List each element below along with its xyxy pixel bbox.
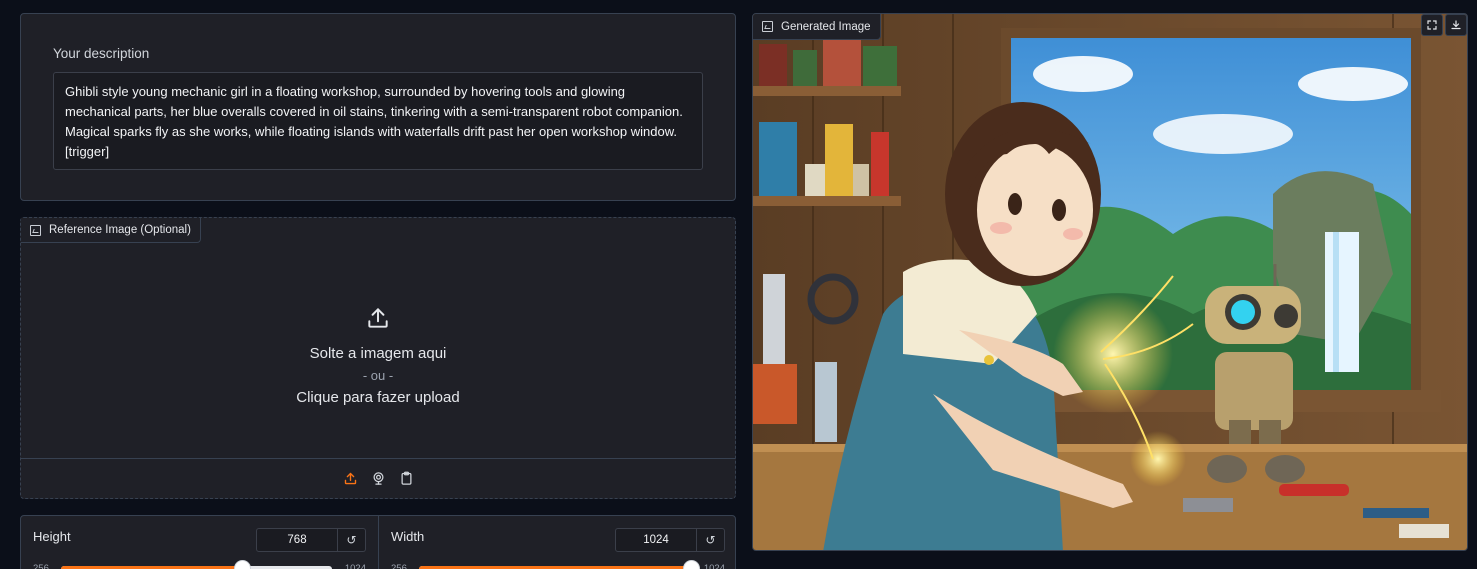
- fullscreen-icon: [1427, 20, 1437, 30]
- reset-icon: ↺: [346, 533, 357, 547]
- description-textarea[interactable]: Ghibli style young mechanic girl in a fl…: [53, 72, 703, 170]
- generated-image: [753, 14, 1467, 550]
- clipboard-icon: [401, 471, 411, 485]
- width-slider-thumb[interactable]: [683, 560, 700, 569]
- download-button[interactable]: [1445, 14, 1467, 36]
- drop-text: Solte a imagem aqui: [309, 344, 447, 362]
- reference-image-panel: Reference Image (Optional) Solte a image…: [20, 217, 736, 499]
- reset-icon: ↺: [705, 533, 716, 547]
- description-label: Your description: [53, 46, 150, 61]
- width-reset-button[interactable]: ↺: [697, 528, 725, 552]
- image-toolbar: [1421, 14, 1467, 36]
- width-min-label: 256: [391, 563, 407, 569]
- width-number-input[interactable]: 1024: [615, 528, 697, 552]
- generated-image-badge: Generated Image: [753, 14, 881, 40]
- height-slider-group: Height 768 ↺ 256 1024: [21, 516, 379, 569]
- generated-image-panel: Generated Image: [752, 13, 1468, 551]
- upload-icon: [344, 472, 356, 485]
- generated-image-label: Generated Image: [781, 20, 871, 33]
- width-max-label: 1024: [703, 563, 725, 569]
- width-label: Width: [391, 529, 425, 544]
- source-selector: [21, 458, 735, 498]
- webcam-source-button[interactable]: [370, 471, 386, 487]
- image-icon: [762, 21, 773, 32]
- reference-image-label: Reference Image (Optional): [49, 224, 191, 236]
- webcam-icon: [373, 472, 383, 485]
- height-max-label: 1024: [344, 563, 366, 569]
- height-min-label: 256: [33, 563, 49, 569]
- height-reset-button[interactable]: ↺: [338, 528, 366, 552]
- download-icon: [1451, 20, 1461, 30]
- upload-source-button[interactable]: [342, 471, 358, 487]
- upload-icon: [368, 307, 388, 328]
- image-icon: [30, 224, 41, 236]
- description-panel: Your description Ghibli style young mech…: [20, 13, 736, 201]
- height-slider-thumb[interactable]: [233, 560, 251, 569]
- height-number-input[interactable]: 768: [256, 528, 338, 552]
- image-drop-zone[interactable]: Solte a imagem aqui - ou - Clique para f…: [21, 243, 735, 459]
- click-upload-text: Clique para fazer upload: [296, 388, 460, 406]
- dimension-sliders-panel: Height 768 ↺ 256 1024 Width 1024 ↺ 256 1…: [20, 515, 736, 569]
- or-text: - ou -: [362, 367, 394, 383]
- reference-image-badge: Reference Image (Optional): [21, 218, 201, 243]
- width-slider-group: Width 1024 ↺ 256 1024: [379, 516, 737, 569]
- height-label: Height: [33, 529, 71, 544]
- fullscreen-button[interactable]: [1421, 14, 1443, 36]
- clipboard-source-button[interactable]: [398, 471, 414, 487]
